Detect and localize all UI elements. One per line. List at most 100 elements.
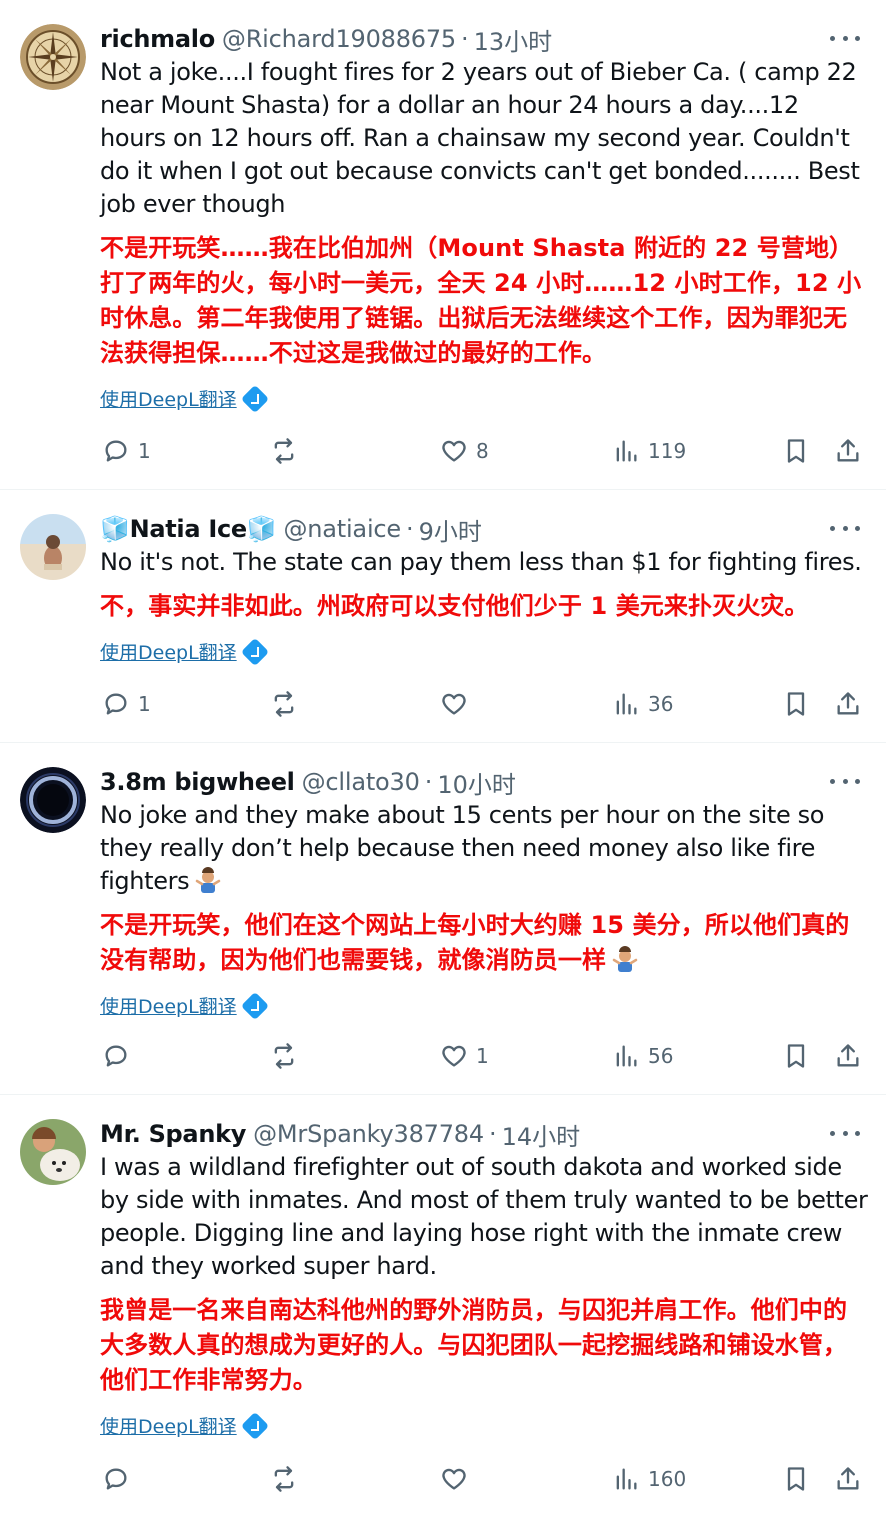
bookmark-button[interactable] [782,433,810,469]
like-count: 8 [476,439,489,463]
more-options-icon[interactable] [830,516,860,540]
bookmark-button[interactable] [782,1461,810,1497]
bookmark-button[interactable] [782,686,810,722]
retweet-icon [274,1466,294,1492]
action-bar: 1 8 119 [100,433,870,469]
tweet-header: 3.8m bigwheel @cllato30 · 10小时 [100,765,870,799]
retweet-button[interactable] [270,433,306,469]
person-shrugging-emoji-icon [196,867,221,893]
like-button[interactable]: 1 [440,1038,489,1074]
timestamp[interactable]: 13小时 [474,22,553,57]
views-button[interactable]: 119 [612,433,686,469]
reply-count: 1 [138,692,151,716]
translation-text: 不，事实并非如此。州政府可以支付他们少于 1 美元来扑灭火灾。 [100,592,809,620]
user-handle[interactable]: @cllato30 [302,768,420,796]
views-button[interactable]: 36 [612,686,673,722]
person-shrugging-emoji-icon [612,946,638,972]
analytics-icon [616,1045,637,1067]
retweet-button[interactable] [270,686,306,722]
tweet-text: Not a joke....I fought fires for 2 years… [100,58,860,218]
display-name[interactable]: 3.8m bigwheel [100,768,295,796]
tweet-text: No it's not. The state can pay them less… [100,548,862,576]
separator-dot: · [424,768,433,796]
view-count: 56 [648,1044,674,1068]
timestamp[interactable]: 9小时 [419,512,482,547]
user-handle[interactable]: @natiaice [283,515,401,543]
display-name[interactable]: Mr. Spanky [100,1120,246,1148]
avatar[interactable] [20,767,86,833]
like-button[interactable]: 8 [440,433,489,469]
retweet-icon [274,691,294,717]
share-button[interactable] [834,1038,862,1074]
translate-label: 使用DeepL翻译 [100,389,237,411]
like-button[interactable] [440,686,476,722]
timestamp[interactable]: 10小时 [437,765,516,800]
translate-link[interactable]: 使用DeepL翻译 [100,991,269,1020]
tweet[interactable]: richmalo @Richard19088675 · 13小时 Not a j… [0,0,886,490]
retweet-button[interactable] [270,1461,306,1497]
heart-icon [442,1045,466,1067]
analytics-icon [616,1468,637,1490]
more-options-icon[interactable] [830,1121,860,1145]
view-count: 36 [648,692,674,716]
translate-link[interactable]: 使用DeepL翻译 [100,637,269,666]
views-button[interactable]: 160 [612,1461,686,1497]
tweet-text: I was a wildland firefighter out of sout… [100,1153,868,1280]
translate-link[interactable]: 使用DeepL翻译 [100,1411,269,1440]
reply-icon [105,1045,127,1067]
bookmark-button[interactable] [782,1038,810,1074]
tweet[interactable]: 🧊Natia Ice🧊 @natiaice · 9小时 No it's not.… [0,490,886,743]
heart-icon [442,693,466,715]
display-name[interactable]: richmalo [100,25,215,53]
translate-label: 使用DeepL翻译 [100,996,237,1018]
translate-label: 使用DeepL翻译 [100,642,237,664]
share-button[interactable] [834,433,862,469]
more-options-icon[interactable] [830,769,860,793]
reply-icon [105,1468,127,1490]
share-icon [837,439,859,462]
tweet[interactable]: Mr. Spanky @MrSpanky387784 · 14小时 I was … [0,1095,886,1517]
tweet[interactable]: 3.8m bigwheel @cllato30 · 10小时 No joke a… [0,743,886,1095]
avatar[interactable] [20,514,86,580]
like-button[interactable] [440,1461,476,1497]
dark-ring-avatar-icon [20,767,86,833]
timestamp[interactable]: 14小时 [502,1117,581,1152]
display-name[interactable]: 🧊Natia Ice🧊 [100,515,277,543]
view-count: 160 [648,1467,687,1491]
more-options-icon[interactable] [830,26,860,50]
person-with-dog-avatar-icon [20,1119,86,1185]
translation-text-body: 不是开玩笑，他们在这个网站上每小时大约赚 15 美分，所以他们真的没有帮助，因为… [100,911,850,974]
translate-link[interactable]: 使用DeepL翻译 [100,384,269,413]
verified-badge-icon [240,384,269,413]
reply-icon [105,440,127,462]
reply-button[interactable] [102,1461,138,1497]
reply-button[interactable] [102,1038,138,1074]
reply-button[interactable]: 1 [102,433,151,469]
verified-badge-icon [240,637,269,666]
translation-text: 不是开玩笑，他们在这个网站上每小时大约赚 15 美分，所以他们真的没有帮助，因为… [100,908,870,978]
share-icon [837,1467,859,1490]
verified-badge-icon [240,1411,269,1440]
avatar[interactable] [20,1119,86,1185]
action-bar: 160 [100,1461,870,1497]
share-icon [837,692,859,715]
share-icon [837,1044,859,1067]
user-handle[interactable]: @MrSpanky387784 [253,1120,484,1148]
reply-feed: richmalo @Richard19088675 · 13小时 Not a j… [0,0,886,1517]
view-count: 119 [648,439,687,463]
views-button[interactable]: 56 [612,1038,673,1074]
separator-dot: · [488,1120,497,1148]
share-button[interactable] [834,1461,862,1497]
share-button[interactable] [834,686,862,722]
tweet-content: 🧊Natia Ice🧊 @natiaice · 9小时 No it's not.… [100,512,870,666]
reply-icon [105,693,127,715]
avatar[interactable] [20,24,86,90]
action-bar: 1 56 [100,1038,870,1074]
user-handle[interactable]: @Richard19088675 [222,25,456,53]
reply-button[interactable]: 1 [102,686,151,722]
retweet-button[interactable] [270,1038,306,1074]
tweet-header: 🧊Natia Ice🧊 @natiaice · 9小时 [100,512,870,546]
translation-text: 我曾是一名来自南达科他州的野外消防员，与囚犯并肩工作。他们中的大多数人真的想成为… [100,1296,848,1394]
tweet-content: 3.8m bigwheel @cllato30 · 10小时 No joke a… [100,765,870,1020]
retweet-icon [274,438,294,464]
